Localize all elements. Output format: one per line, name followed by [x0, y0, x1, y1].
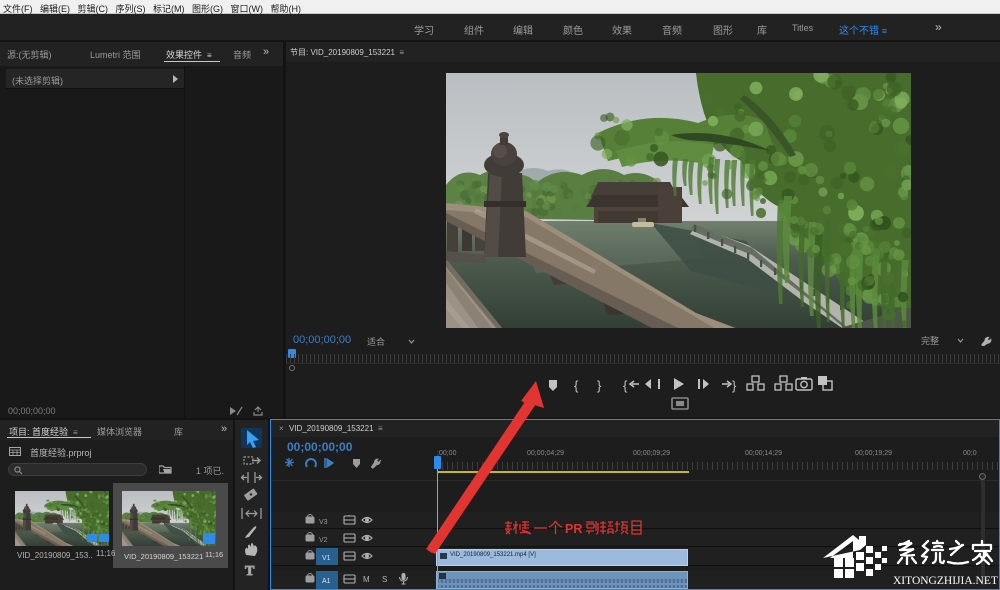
svg-text:M: M	[363, 575, 370, 584]
svg-text:{: {	[574, 378, 579, 393]
svg-text:T: T	[245, 564, 255, 579]
svg-text:V3: V3	[319, 519, 328, 526]
svg-text:}: }	[597, 378, 602, 393]
svg-text:A1: A1	[322, 578, 331, 585]
svg-text:XITONGZHIJIA.NET: XITONGZHIJIA.NET	[893, 575, 998, 587]
svg-text:S: S	[382, 575, 387, 584]
svg-text:{: {	[623, 378, 628, 393]
svg-text:}: }	[732, 378, 737, 393]
svg-text:V2: V2	[319, 537, 328, 544]
svg-text:V1: V1	[322, 555, 331, 562]
